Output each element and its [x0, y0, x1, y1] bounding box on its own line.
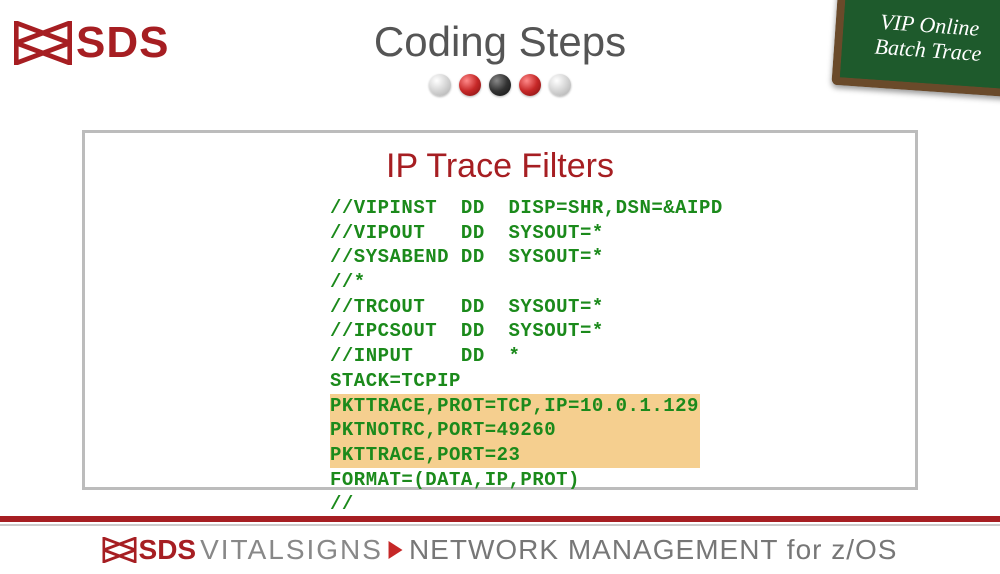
footer-vitalsigns: VITALSIGNS	[200, 534, 383, 566]
code-line: //VIPINST DD DISP=SHR,DSN=&AIPD	[330, 196, 895, 221]
code-line: //SYSABEND DD SYSOUT=*	[330, 245, 895, 270]
code-line: //INPUT DD *	[330, 344, 895, 369]
code-line: STACK=TCPIP	[330, 369, 895, 394]
code-line: PKTTRACE,PROT=TCP,IP=10.0.1.129	[330, 394, 700, 419]
brand-logo: SDS	[14, 18, 169, 68]
footer-thin-line	[0, 524, 1000, 526]
dot-5	[549, 74, 571, 96]
code-line: //*	[330, 270, 895, 295]
footer-stripe	[0, 516, 1000, 522]
dot-3	[489, 74, 511, 96]
section-title: IP Trace Filters	[105, 147, 895, 186]
footer-sds: SDS	[139, 534, 197, 566]
sds-logo-icon	[14, 21, 72, 65]
footer: SDS VITALSIGNS NETWORK MANAGEMENT for z/…	[103, 534, 898, 566]
footer-rest: NETWORK MANAGEMENT for z/OS	[409, 534, 898, 566]
dot-2	[459, 74, 481, 96]
footer-play-icon	[389, 541, 403, 559]
dot-4	[519, 74, 541, 96]
code-line: //TRCOUT DD SYSOUT=*	[330, 295, 895, 320]
brand-name: SDS	[76, 18, 169, 68]
slide-title: Coding Steps	[374, 18, 626, 66]
chalkboard-badge: VIP Online Batch Trace	[831, 0, 1000, 97]
code-line: PKTTRACE,PORT=23	[330, 443, 700, 468]
progress-dots	[429, 74, 571, 96]
code-block: //VIPINST DD DISP=SHR,DSN=&AIPD//VIPOUT …	[330, 196, 895, 517]
code-line: //	[330, 492, 895, 517]
code-line: PKTNOTRC,PORT=49260	[330, 418, 700, 443]
code-line: //IPCSOUT DD SYSOUT=*	[330, 319, 895, 344]
code-line: //VIPOUT DD SYSOUT=*	[330, 221, 895, 246]
sds-logo-icon-footer	[103, 537, 137, 563]
content-panel: IP Trace Filters //VIPINST DD DISP=SHR,D…	[82, 130, 918, 490]
dot-1	[429, 74, 451, 96]
code-line: FORMAT=(DATA,IP,PROT)	[330, 468, 895, 493]
